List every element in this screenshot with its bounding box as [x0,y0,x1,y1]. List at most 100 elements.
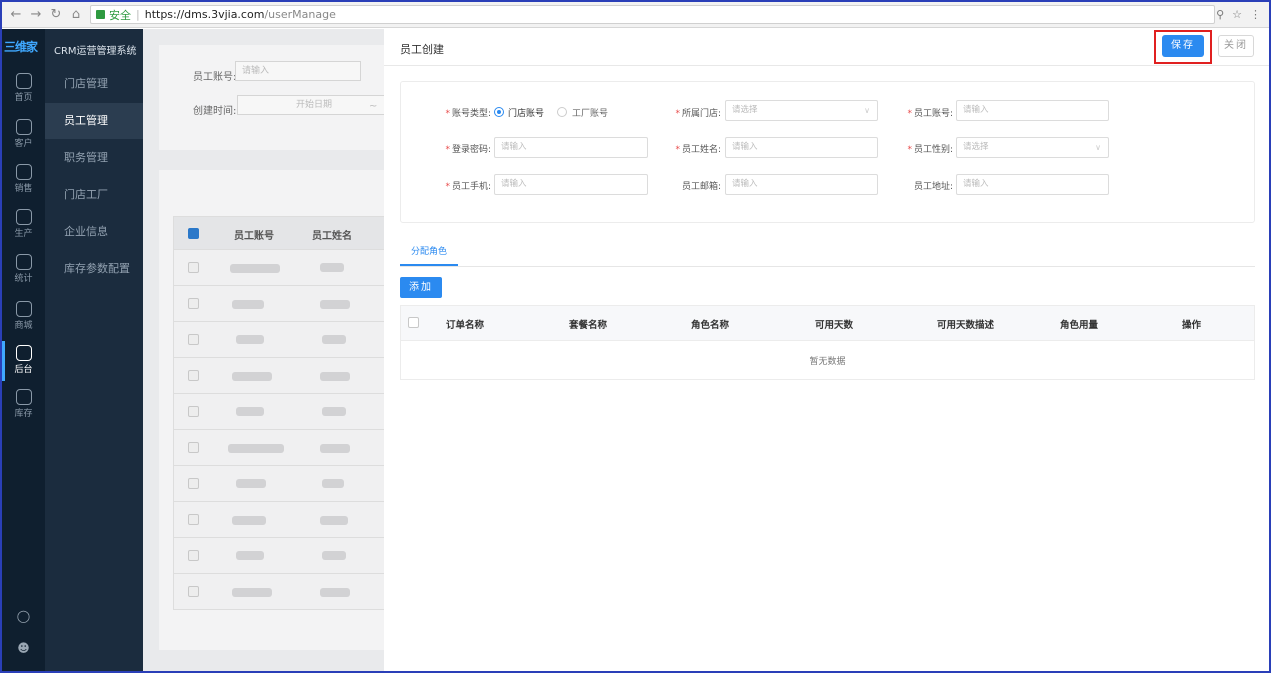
table-row[interactable] [173,358,413,394]
row-checkbox[interactable] [188,514,199,525]
url-path: /userManage [264,8,336,21]
redacted-cell [320,263,344,272]
user-avatar-icon[interactable]: ☻ [2,641,45,655]
table-row[interactable] [173,538,413,574]
menu-item-inventory-config[interactable]: 库存参数配置 [45,251,143,287]
radio-factory-account[interactable] [557,107,567,117]
address-label: 员工地址: [913,182,953,192]
background-page: 员工账号: 请输入 创建时间: 开始日期 ~ 员工账号 员工姓名 [143,29,419,671]
menu-item-company-info[interactable]: 企业信息 [45,214,143,250]
radio-store-account-label[interactable]: 门店账号 [508,106,544,119]
email-label: 员工邮箱: [681,182,721,192]
rail-item-inventory[interactable]: 库存 [2,389,45,419]
save-button[interactable]: 保存 [1162,35,1204,57]
table-row[interactable] [173,286,413,322]
gender-select[interactable]: 请选择 ∨ [956,137,1109,158]
rail-item-production[interactable]: 生产 [2,209,45,239]
home-icon [15,73,32,89]
brand-logo: 三维家 [4,40,38,54]
chevron-down-icon: ∨ [1095,143,1101,152]
select-all-checkbox[interactable] [188,228,199,239]
rail-label: 客户 [14,139,33,149]
menu-item-position-manage[interactable]: 职务管理 [45,140,143,176]
row-checkbox[interactable] [188,262,199,273]
row-checkbox[interactable] [188,550,199,561]
role-table-header: 订单名称 套餐名称 角色名称 可用天数 可用天数描述 角色用量 操作 [401,306,1254,341]
table-row[interactable] [173,322,413,358]
menu-item-employee-manage[interactable]: 员工管理 [45,103,143,139]
emp-account-input[interactable]: 请输入 [956,100,1109,121]
forward-icon[interactable]: → [28,7,44,23]
radio-factory-account-label[interactable]: 工厂账号 [572,106,608,119]
back-icon[interactable]: ← [8,7,24,23]
table-row[interactable] [173,502,413,538]
redacted-cell [232,300,264,309]
table-row[interactable] [173,394,413,430]
table-row[interactable] [173,466,413,502]
radio-store-account[interactable] [494,107,504,117]
col-package-name: 套餐名称 [569,320,608,331]
rail-item-home[interactable]: 首页 [2,73,45,103]
table-row[interactable] [173,574,413,610]
redacted-cell [320,444,350,453]
rail-label: 库存 [14,409,33,419]
filter-account-label: 员工账号: [193,72,237,83]
menu-item-store-factory[interactable]: 门店工厂 [45,177,143,213]
rail-label: 销售 [14,184,33,194]
table-header: 员工账号 员工姓名 [173,216,413,250]
redacted-cell [236,551,264,560]
emp-account-label: * 员工账号: [907,109,953,119]
email-input[interactable]: 请输入 [725,174,878,195]
account-type-label: * 账号类型: [445,109,491,119]
menu-item-store-manage[interactable]: 门店管理 [45,66,143,102]
add-role-button[interactable]: 添加 [400,277,442,298]
row-checkbox[interactable] [188,298,199,309]
password-input[interactable]: 请输入 [494,137,648,158]
users-icon [15,119,32,135]
store-select[interactable]: 请选择 ∨ [725,100,878,121]
table-row[interactable] [173,430,413,466]
reload-icon[interactable]: ↻ [48,7,64,23]
rail-item-sales[interactable]: 销售 [2,164,45,194]
row-checkbox[interactable] [188,334,199,345]
col-emp-account: 员工账号 [234,231,274,242]
row-checkbox[interactable] [188,406,199,417]
home-icon[interactable]: ⌂ [68,7,84,23]
menu-dots-icon[interactable]: ⋮ [1250,8,1261,21]
col-available-days: 可用天数 [815,320,854,331]
rail-label: 后台 [14,365,33,375]
row-checkbox[interactable] [188,370,199,381]
row-checkbox[interactable] [188,586,199,597]
redacted-cell [236,407,264,416]
redacted-cell [236,479,266,488]
filter-account-input[interactable]: 请输入 [235,61,361,81]
table-row[interactable] [173,250,413,286]
address-bar[interactable]: 安全 | https://dms.3vjia.com/userManage [90,5,1215,24]
employee-form: * 账号类型: 门店账号 工厂账号 * 所属门店: 请选择 ∨ * 员工账号: 请输入 … [400,81,1255,223]
sidebar-submenu: CRM运营管理系统 门店管理 员工管理 职务管理 门店工厂 企业信息 库存参数配… [45,29,143,671]
phone-input[interactable]: 请输入 [494,174,648,195]
tools-icon [15,209,32,225]
role-select-all-checkbox[interactable] [408,317,419,328]
chevron-down-icon: ∨ [864,106,870,115]
name-input[interactable]: 请输入 [725,137,878,158]
rail-item-customers[interactable]: 客户 [2,119,45,149]
close-button[interactable]: 关闭 [1218,35,1254,57]
row-checkbox[interactable] [188,442,199,453]
address-input[interactable]: 请输入 [956,174,1109,195]
redacted-cell [232,372,272,381]
secure-label: 安全 [109,8,131,22]
redacted-cell [322,551,346,560]
key-icon[interactable]: ⚲ [1216,8,1224,21]
rail-item-statistics[interactable]: 统计 [2,254,45,284]
star-icon[interactable]: ☆ [1232,8,1242,21]
rail-item-store[interactable]: 商城 [2,301,45,331]
store-label: * 所属门店: [675,109,721,119]
rail-item-admin[interactable]: 后台 [2,345,45,375]
tab-assign-role[interactable]: 分配角色 [400,244,458,266]
filter-start-date[interactable]: 开始日期 [237,95,385,115]
store-doc-icon [15,301,32,317]
row-checkbox[interactable] [188,478,199,489]
bell-icon[interactable]: ◯ [2,609,45,623]
employee-create-drawer: 员工创建 保存 关闭 * 账号类型: 门店账号 工厂账号 * 所属门店: 请选择 ∨ … [384,29,1269,671]
